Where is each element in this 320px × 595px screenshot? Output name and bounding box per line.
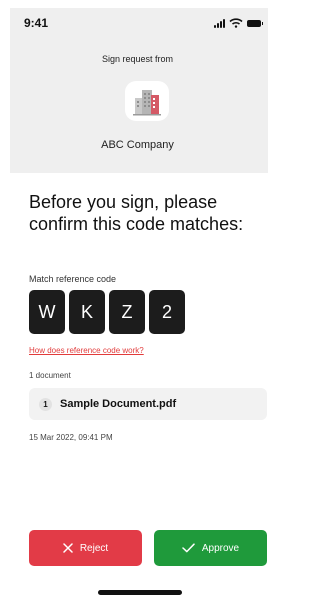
code-char: K xyxy=(69,290,105,334)
request-timestamp: 15 Mar 2022, 09:41 PM xyxy=(29,433,113,442)
close-icon xyxy=(63,543,73,553)
home-indicator xyxy=(98,590,182,595)
code-char: Z xyxy=(109,290,145,334)
battery-icon xyxy=(247,19,263,27)
request-title: Sign request from xyxy=(101,54,174,64)
document-item[interactable]: 1 Sample Document.pdf xyxy=(29,388,267,420)
document-index: 1 xyxy=(39,397,52,411)
wifi-icon xyxy=(229,18,243,28)
signal-icon xyxy=(214,18,225,28)
code-help-link[interactable]: How does reference code work? xyxy=(29,346,144,355)
code-label: Match reference code xyxy=(29,274,117,284)
reference-code: W K Z 2 xyxy=(29,290,185,334)
status-time: 9:41 xyxy=(24,16,49,30)
check-icon xyxy=(182,543,195,553)
status-bar: 9:41 xyxy=(24,13,263,33)
document-name: Sample Document.pdf xyxy=(60,398,177,410)
approve-button[interactable]: Approve xyxy=(154,530,267,566)
company-name: ABC Company xyxy=(101,139,174,151)
status-icons xyxy=(214,18,263,28)
reject-button[interactable]: Reject xyxy=(29,530,142,566)
code-char: W xyxy=(29,290,65,334)
page-heading: Before you sign, please confirm this cod… xyxy=(29,192,244,234)
company-logo xyxy=(125,81,169,121)
company-building-icon xyxy=(133,90,161,116)
approve-label: Approve xyxy=(201,542,240,554)
document-count: 1 document xyxy=(29,371,71,380)
reject-label: Reject xyxy=(79,542,109,554)
code-char: 2 xyxy=(149,290,185,334)
